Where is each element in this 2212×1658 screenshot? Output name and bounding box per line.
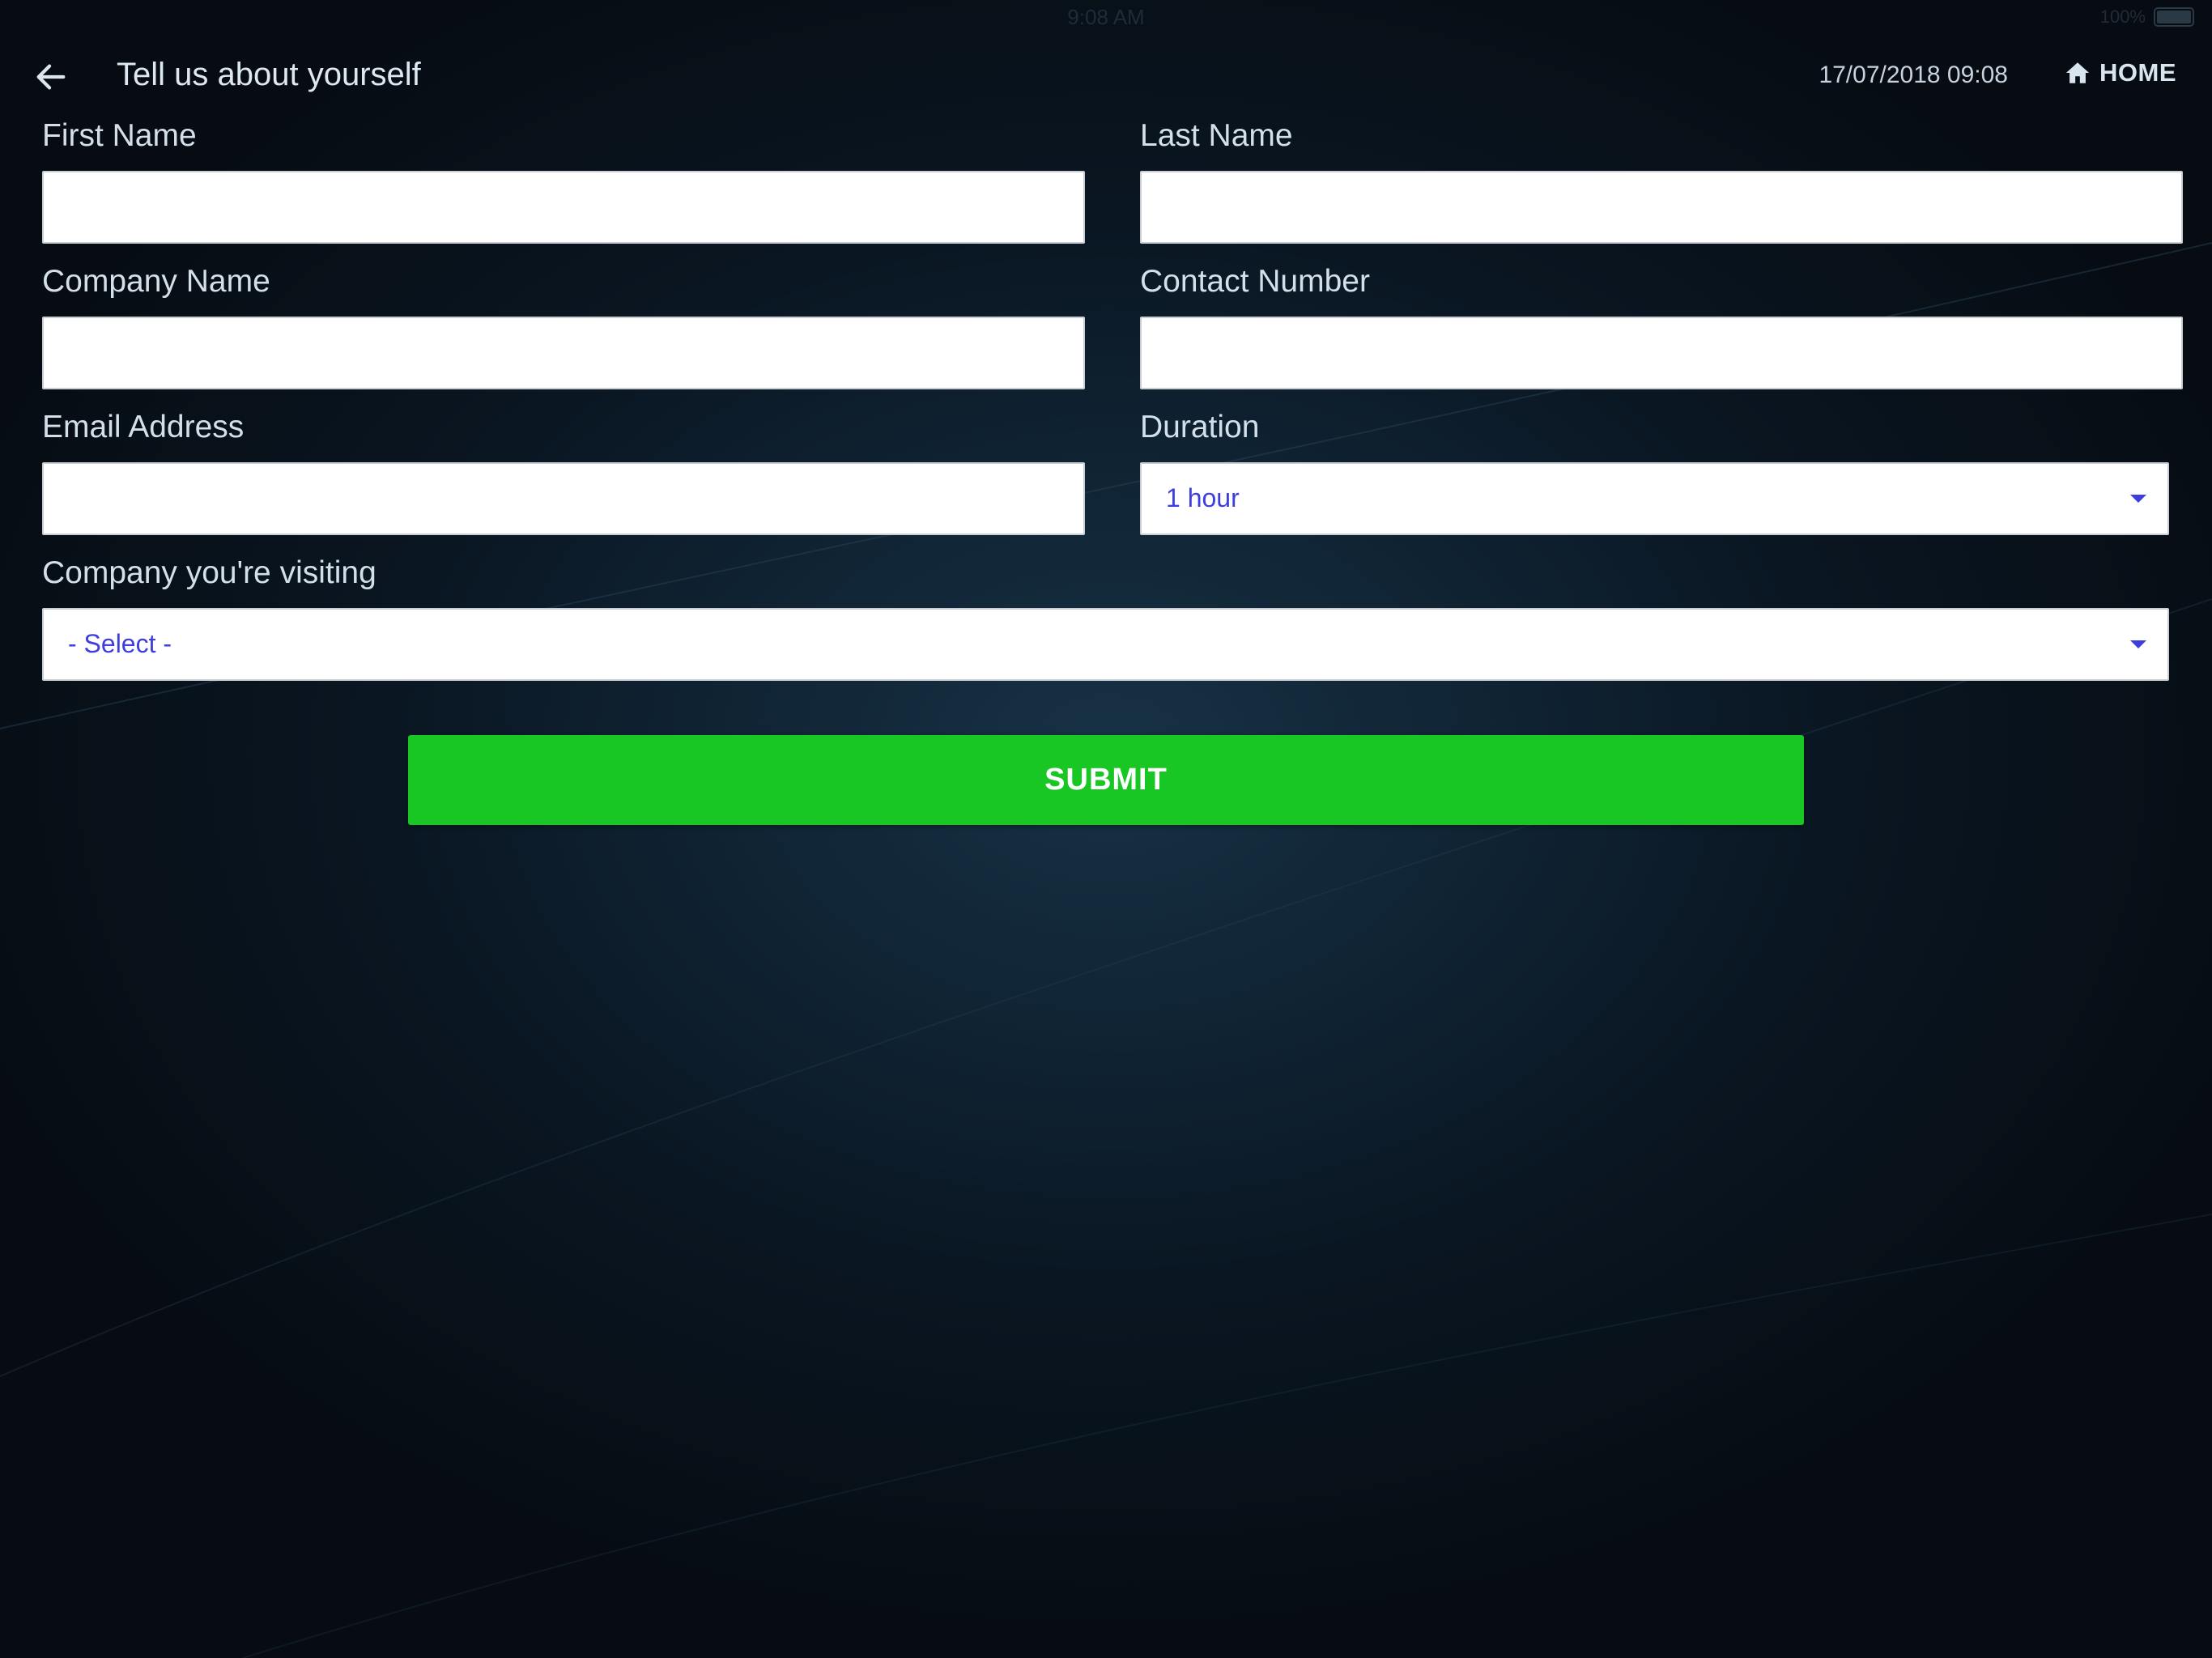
back-button[interactable] [32,58,70,96]
current-datetime: 17/07/2018 09:08 [1819,62,2008,88]
company-name-label: Company Name [42,264,270,299]
duration-select[interactable]: 1 hour [1140,462,2169,535]
company-visiting-label: Company you're visiting [42,555,376,590]
company-visiting-select[interactable]: - Select - [42,608,2169,681]
chevron-down-icon [2130,495,2146,503]
status-bar: 9:08 AM 100% [0,0,2212,32]
email-address-input[interactable] [42,462,1085,535]
first-name-label: First Name [42,118,197,153]
last-name-label: Last Name [1140,118,1293,153]
contact-number-label: Contact Number [1140,264,1370,299]
home-icon [2065,62,2090,83]
battery-icon [2154,7,2194,27]
submit-button[interactable]: SUBMIT [408,735,1804,825]
last-name-input[interactable] [1140,171,2183,244]
company-visiting-selected-value: - Select - [68,629,172,658]
page-title: Tell us about yourself [117,57,421,92]
submit-label: SUBMIT [1044,763,1168,797]
header-bar: Tell us about yourself 17/07/2018 09:08 … [0,40,2212,115]
company-name-input[interactable] [42,317,1085,389]
first-name-input[interactable] [42,171,1085,244]
home-button[interactable]: HOME [2064,58,2176,87]
chevron-down-icon [2130,640,2146,648]
duration-selected-value: 1 hour [1166,483,1240,512]
contact-number-input[interactable] [1140,317,2183,389]
status-time: 9:08 AM [1067,5,1145,29]
battery-percent: 100% [2099,6,2146,27]
home-label: HOME [2099,58,2176,87]
duration-label: Duration [1140,410,1260,444]
email-address-label: Email Address [42,410,245,444]
background-decoration [0,242,2212,1658]
status-right: 100% [2100,6,2194,28]
arrow-left-icon [36,64,66,90]
